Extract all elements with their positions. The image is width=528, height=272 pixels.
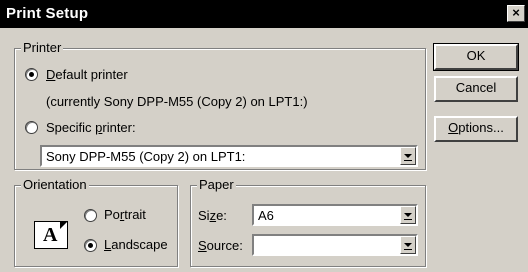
paper-size-select[interactable]: A6 <box>252 204 418 226</box>
paper-group-legend: Paper <box>197 177 236 193</box>
printer-select[interactable]: Sony DPP-M55 (Copy 2) on LPT1: <box>40 145 418 167</box>
window-title: Print Setup <box>6 5 89 22</box>
close-icon: × <box>512 5 520 20</box>
print-setup-dialog: Print Setup × Printer Default printer (c… <box>0 0 528 272</box>
default-printer-label-rest: efault printer <box>55 67 128 82</box>
ok-button[interactable]: OK <box>433 43 519 71</box>
specific-printer-radio[interactable] <box>25 121 38 134</box>
landscape-label[interactable]: Landscape <box>104 237 168 253</box>
cancel-button[interactable]: Cancel <box>434 76 518 102</box>
paper-source-select[interactable] <box>252 234 418 256</box>
portrait-label[interactable]: Portrait <box>104 207 146 223</box>
orientation-group-legend: Orientation <box>21 177 89 193</box>
chevron-down-icon[interactable] <box>400 147 416 165</box>
paper-size-label[interactable]: Size: <box>198 208 227 224</box>
chevron-down-icon[interactable] <box>400 236 416 254</box>
printer-group-legend: Printer <box>21 40 64 56</box>
page-fold-corner <box>60 221 68 229</box>
close-button[interactable]: × <box>507 5 525 22</box>
page-orientation-icon: A <box>34 221 68 249</box>
portrait-radio[interactable] <box>84 209 97 222</box>
default-printer-radio[interactable] <box>25 68 38 81</box>
chevron-down-icon[interactable] <box>400 206 416 224</box>
page-orientation-icon-letter: A <box>43 224 58 246</box>
options-button[interactable]: Options... <box>434 116 518 142</box>
paper-size-value: A6 <box>258 208 274 223</box>
title-bar[interactable]: Print Setup × <box>0 0 528 28</box>
landscape-radio[interactable] <box>84 239 97 252</box>
printer-select-value: Sony DPP-M55 (Copy 2) on LPT1: <box>46 149 246 164</box>
specific-printer-label[interactable]: Specific printer: <box>46 120 136 136</box>
default-printer-label[interactable]: Default printer <box>46 67 128 83</box>
paper-source-label[interactable]: Source: <box>198 238 243 254</box>
current-printer-note: (currently Sony DPP-M55 (Copy 2) on LPT1… <box>46 94 308 109</box>
